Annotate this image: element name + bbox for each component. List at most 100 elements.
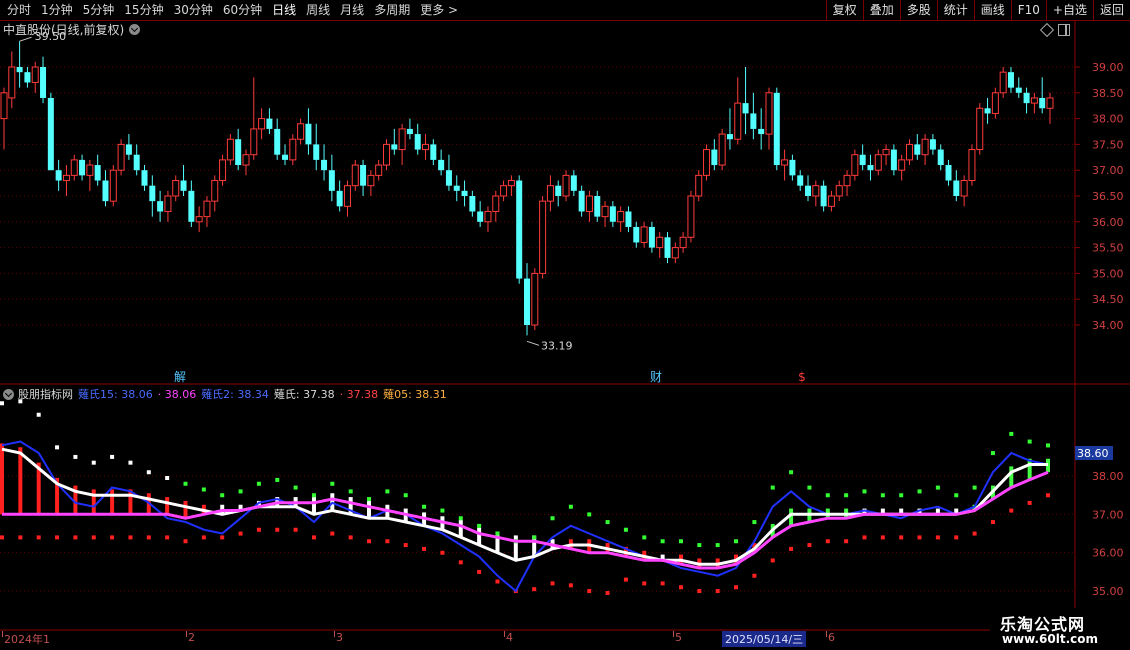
event-marker-2: $ (798, 370, 806, 384)
date-axis: 2024年1 2 3 4 5 6 2025/05/14/三 (0, 631, 1075, 650)
candle-body (24, 72, 31, 83)
upper-band-dot (55, 445, 60, 450)
candle-body (726, 134, 733, 140)
y-tick-label: 37.50 (1092, 138, 1124, 151)
lower-band-dot (678, 585, 683, 590)
upper-band-dot (1046, 443, 1050, 448)
date-label-4: 5 (675, 631, 682, 644)
candle-body (664, 237, 671, 258)
candle-body (687, 195, 695, 238)
candle-body (343, 185, 351, 207)
candle-body (133, 154, 140, 171)
lower-band-dot (220, 535, 225, 540)
upper-band-dot (146, 470, 151, 475)
candle-body (445, 170, 452, 186)
upper-band-dot (844, 493, 849, 498)
candle-body (313, 144, 320, 160)
y-tick-label: 38.00 (1092, 113, 1124, 126)
candle-body (546, 185, 554, 202)
candle-body (305, 123, 312, 145)
candle-body (905, 143, 913, 161)
candle-body (945, 165, 952, 181)
candle-body (937, 149, 944, 166)
upper-band-dot (587, 512, 592, 517)
lower-band-dot (91, 535, 96, 540)
upper-band-dot (91, 460, 96, 465)
candle-body (765, 92, 773, 135)
ind-y-tick-label: 38.00 (1092, 470, 1124, 483)
candle-body (102, 180, 109, 202)
candle-body (594, 196, 601, 217)
date-tick (334, 631, 335, 637)
chart-canvas[interactable]: 39.50 33.19 解 财 $ 39.00 38.50 38.00 37.50 37.00 3… (0, 0, 1130, 650)
candle-body (921, 138, 929, 156)
upper-band-dot (825, 493, 830, 498)
lower-band-dot (477, 569, 482, 574)
ind-bar (0, 443, 4, 515)
candle-body (507, 180, 515, 187)
candle-body (414, 134, 421, 150)
upper-band-dot (458, 516, 463, 521)
candle-body (351, 164, 359, 187)
upper-band-dot (110, 454, 115, 459)
series-line-2 (2, 470, 1049, 570)
lower-band-dot (899, 535, 904, 540)
date-label-1: 2 (188, 631, 195, 644)
date-label-3: 4 (506, 631, 513, 644)
candle-body (867, 165, 874, 171)
upper-band-dot (862, 489, 867, 494)
candle-body (976, 107, 984, 151)
lower-band-dot (0, 535, 4, 540)
candle-body (336, 190, 343, 207)
upper-band-dot (972, 485, 977, 490)
upper-band-dot (477, 523, 482, 528)
candle-body (235, 139, 242, 166)
candle-body (773, 92, 780, 166)
candle-body (570, 175, 577, 191)
candle-body (999, 71, 1007, 94)
date-tick (2, 631, 3, 637)
upper-band-dot (550, 516, 555, 521)
ind-bar (18, 447, 23, 515)
candle-body (742, 103, 749, 114)
candle-body (734, 102, 742, 140)
upper-band-dot (697, 543, 702, 548)
candle-body (711, 149, 718, 166)
upper-band-dot (917, 489, 922, 494)
candle-body (984, 108, 991, 114)
candle-body (250, 128, 258, 156)
y-tick-label: 36.00 (1092, 216, 1124, 229)
lower-band-dot (917, 535, 922, 540)
lower-band-dot (697, 589, 702, 594)
candle-body (266, 118, 273, 129)
candle-body (585, 195, 593, 212)
candle-body (211, 180, 219, 202)
lower-band-dot (568, 583, 573, 588)
date-tick (826, 631, 827, 637)
upper-band-dot (128, 460, 133, 465)
candle-body (188, 190, 195, 222)
candle-body (562, 174, 570, 197)
candle-body (157, 201, 164, 212)
lower-band-dot (550, 581, 555, 586)
lower-band-dot (256, 527, 261, 532)
candle-body (656, 236, 664, 249)
candle-body (914, 144, 921, 155)
upper-band-dot (807, 485, 812, 490)
candle-body (226, 138, 234, 161)
candle-body (898, 159, 906, 171)
upper-band-dot (0, 401, 4, 406)
lower-band-dot (770, 558, 775, 563)
high-label: 39.50 (35, 30, 67, 43)
date-label-5: 6 (828, 631, 835, 644)
candle-body (750, 113, 757, 129)
ind-bar (367, 500, 372, 519)
candle-body (781, 159, 789, 166)
upper-band-dot (422, 504, 427, 509)
candle-body (16, 67, 23, 73)
candle-body (203, 200, 211, 218)
ind-bar (513, 535, 518, 561)
lower-band-dot (165, 535, 170, 540)
upper-band-dot (293, 485, 298, 490)
candle-body (859, 154, 866, 166)
